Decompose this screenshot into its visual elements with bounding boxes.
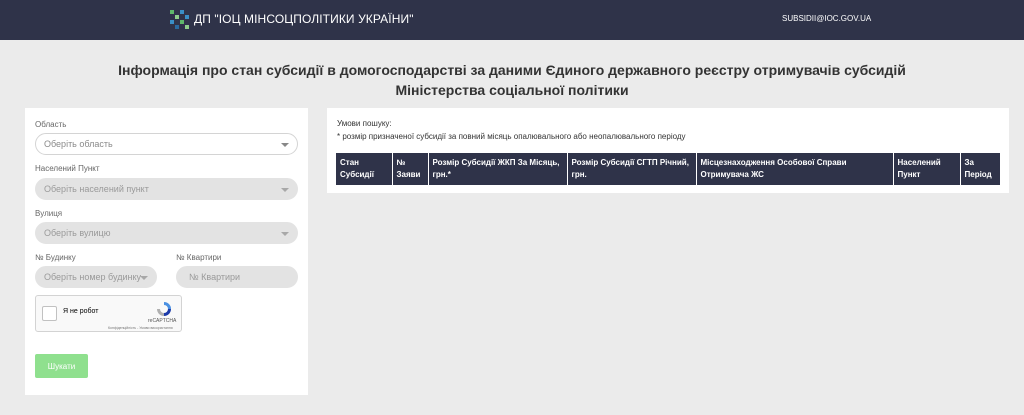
locality-select[interactable]: Оберіть населений пункт	[35, 178, 298, 200]
results-panel: Умови пошуку: * розмір призначеної субси…	[327, 108, 1009, 193]
search-conditions-title: Умови пошуку:	[337, 119, 392, 128]
search-conditions-note: * розмір призначеної субсидії за повний …	[337, 132, 686, 141]
results-table: Стан Субсидії № Заяви Розмір Субсидії ЖК…	[336, 153, 1000, 185]
page-title-line-2: Міністерства соціальної політики	[395, 82, 629, 98]
region-select-value: Оберіть область	[44, 139, 113, 149]
logo-icon	[170, 10, 189, 29]
house-select-value: Оберіть номер будинку	[44, 272, 141, 282]
apartment-input[interactable]: № Квартири	[176, 266, 298, 288]
page-title-line-1: Інформація про стан субсидії в домогоспо…	[118, 62, 906, 78]
contact-email[interactable]: SUBSIDII@IOC.GOV.UA	[782, 14, 871, 23]
recaptcha-links[interactable]: Конфіденційність - Умови використання	[108, 326, 173, 330]
street-label: Вулиця	[35, 209, 63, 218]
region-label: Область	[35, 120, 67, 129]
brand[interactable]: ДП "ІОЦ МІНСОЦПОЛІТИКИ УКРАЇНИ"	[170, 10, 414, 29]
column-header-period: За Період	[959, 153, 1000, 185]
column-header-locality: Населений Пункт	[892, 153, 960, 185]
street-select[interactable]: Оберіть вулицю	[35, 222, 298, 244]
brand-name: ДП "ІОЦ МІНСОЦПОЛІТИКИ УКРАЇНИ"	[194, 12, 414, 26]
locality-select-value: Оберіть населений пункт	[44, 184, 149, 194]
column-header-application-no: № Заяви	[391, 153, 428, 185]
table-header-row: Стан Субсидії № Заяви Розмір Субсидії ЖК…	[336, 153, 1000, 185]
page-title: Інформація про стан субсидії в домогоспо…	[0, 60, 1024, 100]
recaptcha-icon	[157, 302, 171, 316]
column-header-status: Стан Субсидії	[336, 153, 392, 185]
recaptcha-widget: Я не робот reCAPTCHA Конфіденційність - …	[35, 295, 182, 332]
chevron-down-icon	[281, 143, 289, 147]
column-header-case-location: Місцезнаходження Особової Справи Отримув…	[695, 153, 893, 185]
region-select[interactable]: Оберіть область	[35, 133, 298, 155]
top-bar: ДП "ІОЦ МІНСОЦПОЛІТИКИ УКРАЇНИ" SUBSIDII…	[0, 0, 1024, 40]
apartment-input-placeholder: № Квартири	[189, 272, 241, 282]
search-button[interactable]: Шукати	[35, 354, 88, 378]
chevron-down-icon	[281, 188, 289, 192]
captcha-label: Я не робот	[63, 308, 99, 315]
captcha-checkbox[interactable]	[42, 306, 57, 321]
street-select-value: Оберіть вулицю	[44, 228, 111, 238]
apartment-label: № Квартири	[176, 253, 222, 262]
house-select[interactable]: Оберіть номер будинку	[35, 266, 157, 288]
column-header-annual-subsidy: Розмір Субсидії СГТП Річний, грн.	[566, 153, 696, 185]
column-header-monthly-subsidy: Розмір Субсидії ЖКП За Місяць, грн.*	[427, 153, 567, 185]
chevron-down-icon	[140, 276, 148, 280]
chevron-down-icon	[281, 232, 289, 236]
locality-label: Населений Пункт	[35, 164, 100, 173]
search-form: Область Оберіть область Населений Пункт …	[25, 108, 308, 395]
recaptcha-brand: reCAPTCHA	[148, 318, 177, 324]
house-label: № Будинку	[35, 253, 76, 262]
